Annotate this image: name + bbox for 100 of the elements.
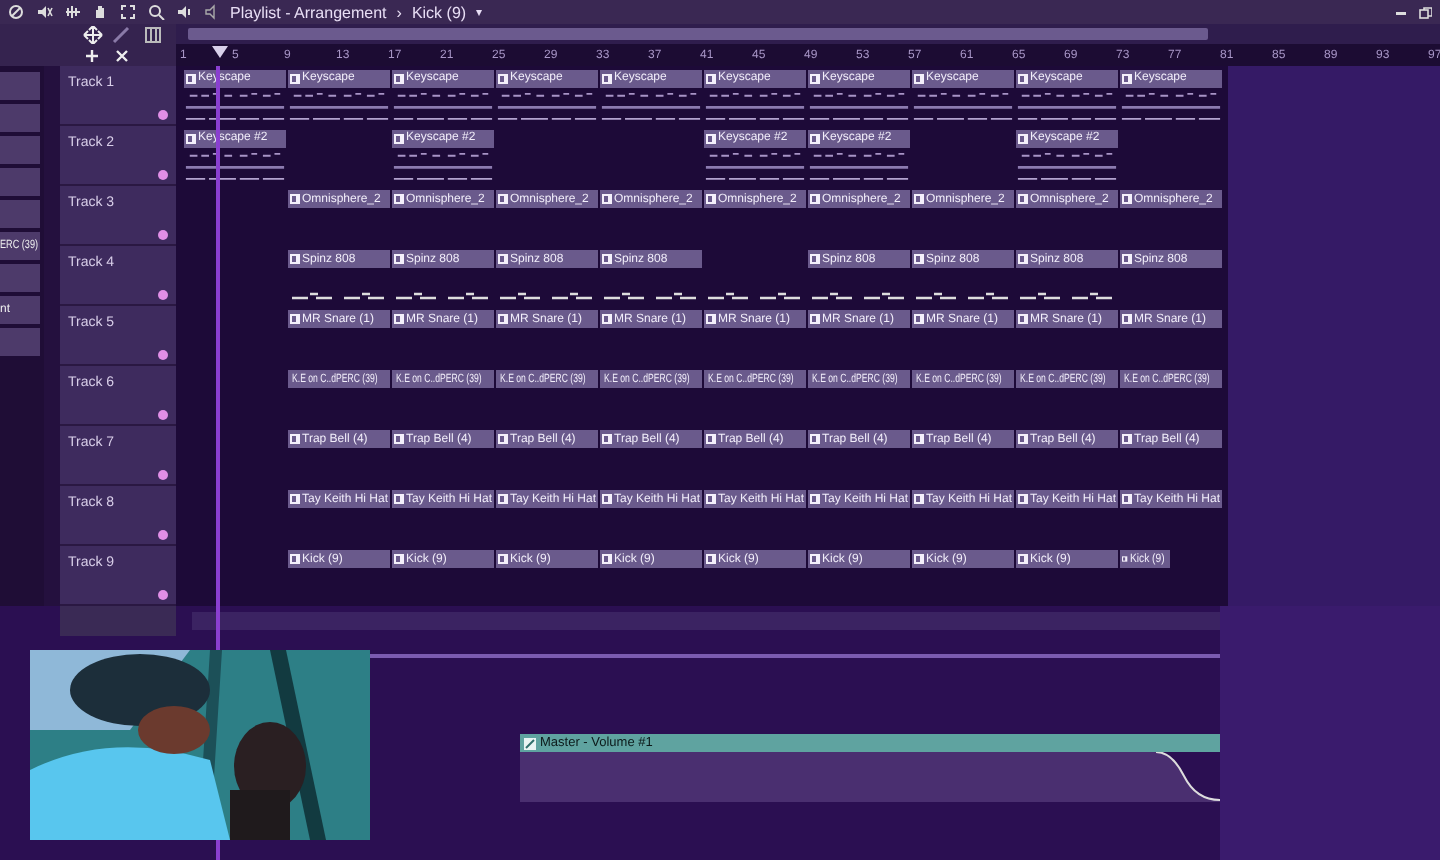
- clip-icon: [1122, 434, 1132, 444]
- track-led-icon[interactable]: [158, 110, 168, 120]
- clip-icon: [394, 554, 404, 564]
- clip-icon: [914, 254, 924, 264]
- clip-icon: [394, 494, 404, 504]
- clip-icon: [810, 494, 820, 504]
- clip-icon: [1122, 554, 1128, 564]
- volume-icon[interactable]: [176, 4, 194, 20]
- clip-icon: [1018, 434, 1028, 444]
- clip-icon: [914, 494, 924, 504]
- track-header[interactable]: [60, 606, 176, 636]
- clip-icon: [394, 434, 404, 444]
- clip-icon: [810, 314, 820, 324]
- note-preview-drawing: [1016, 149, 1118, 184]
- pencil-icon[interactable]: [112, 26, 132, 44]
- speaker-icon[interactable]: [204, 4, 220, 20]
- clip-icon: [498, 194, 508, 204]
- automation-clip[interactable]: [192, 612, 1220, 630]
- clip-icon: [1018, 73, 1028, 84]
- note-preview-drawing: [808, 89, 910, 124]
- clip-icon: [498, 434, 508, 444]
- restore-icon[interactable]: [1418, 5, 1432, 19]
- clip-icon: [706, 133, 716, 144]
- clip-icon: [914, 434, 924, 444]
- clip-icon: [602, 314, 612, 324]
- clip-icon: [602, 254, 612, 264]
- move-icon[interactable]: [81, 26, 103, 44]
- note-preview-drawing: [704, 89, 806, 124]
- clip-icon: [290, 73, 300, 84]
- zoom-icon[interactable]: [148, 4, 166, 20]
- window-title: Playlist - Arrangement: [230, 3, 387, 21]
- track-led-icon[interactable]: [158, 590, 168, 600]
- clip-icon: [1122, 494, 1132, 504]
- waveform-icon[interactable]: [64, 4, 82, 20]
- track-led-icon[interactable]: [158, 230, 168, 240]
- clip-icon: [394, 314, 404, 324]
- clip-icon: [498, 314, 508, 324]
- track-led-icon[interactable]: [158, 170, 168, 180]
- clip-icon: [1122, 314, 1132, 324]
- clip-icon: [1018, 314, 1028, 324]
- note-preview-drawing: [600, 89, 702, 124]
- clip-icon: [290, 494, 300, 504]
- clip-icon: [394, 73, 404, 84]
- clip-icon: [186, 73, 196, 84]
- clip-icon: [706, 434, 716, 444]
- track-led-icon[interactable]: [158, 530, 168, 540]
- clip-icon: [706, 554, 716, 564]
- clip-icon: [394, 194, 404, 204]
- fullscreen-icon[interactable]: [120, 4, 138, 20]
- clip-icon: [810, 254, 820, 264]
- clip-icon: [1018, 254, 1028, 264]
- clip-icon: [290, 194, 300, 204]
- note-preview-drawing: [1016, 89, 1118, 124]
- grid-icon[interactable]: [143, 26, 161, 44]
- clip-icon: [1018, 494, 1028, 504]
- note-preview-drawing: [704, 149, 806, 184]
- note-preview-drawing: [912, 89, 1014, 124]
- clip-icon: [914, 314, 924, 324]
- clip-icon: [1018, 554, 1028, 564]
- automation-icon: [524, 737, 536, 749]
- clip-icon: [914, 73, 924, 84]
- clip-icon: [706, 73, 716, 84]
- note-preview-drawing: [1120, 89, 1222, 124]
- clip-icon: [706, 194, 716, 204]
- clip-icon: [394, 133, 404, 144]
- clip-icon: [706, 314, 716, 324]
- horizontal-scrollbar[interactable]: [188, 28, 1208, 40]
- clip-icon: [810, 194, 820, 204]
- clip-icon: [1122, 194, 1132, 204]
- note-preview-drawing: [184, 89, 286, 124]
- clip-icon: [290, 554, 300, 564]
- clip-icon: [394, 254, 404, 264]
- note-preview-drawing: [184, 149, 286, 184]
- clip-icon: [290, 254, 300, 264]
- note-preview-drawing: [808, 149, 910, 184]
- clip-icon: [1122, 73, 1132, 84]
- clip-icon: [186, 133, 196, 144]
- breadcrumb-separator: ›: [396, 3, 402, 21]
- track-led-icon[interactable]: [158, 290, 168, 300]
- track-led-icon[interactable]: [158, 410, 168, 420]
- clip-icon: [706, 494, 716, 504]
- track-led-icon[interactable]: [158, 350, 168, 360]
- clip-icon: [290, 434, 300, 444]
- pattern-name[interactable]: Kick (9): [411, 3, 467, 21]
- track-led-icon[interactable]: [158, 470, 168, 480]
- clip-icon: [602, 194, 612, 204]
- add-icon[interactable]: [84, 47, 100, 63]
- clip-icon: [1018, 194, 1028, 204]
- note-preview-drawing: [392, 149, 494, 184]
- speaker-icon[interactable]: [36, 4, 54, 20]
- clip-icon: [290, 314, 300, 324]
- clip-icon: [810, 434, 820, 444]
- clip-icon: [498, 73, 508, 84]
- clip-icon: [914, 554, 924, 564]
- clip-icon: [1122, 254, 1132, 264]
- clip-icon: [1018, 133, 1028, 144]
- clip-icon: [602, 434, 612, 444]
- close-icon[interactable]: [114, 47, 130, 63]
- note-preview-drawing: [392, 89, 494, 124]
- note-preview-drawing: [288, 89, 390, 124]
